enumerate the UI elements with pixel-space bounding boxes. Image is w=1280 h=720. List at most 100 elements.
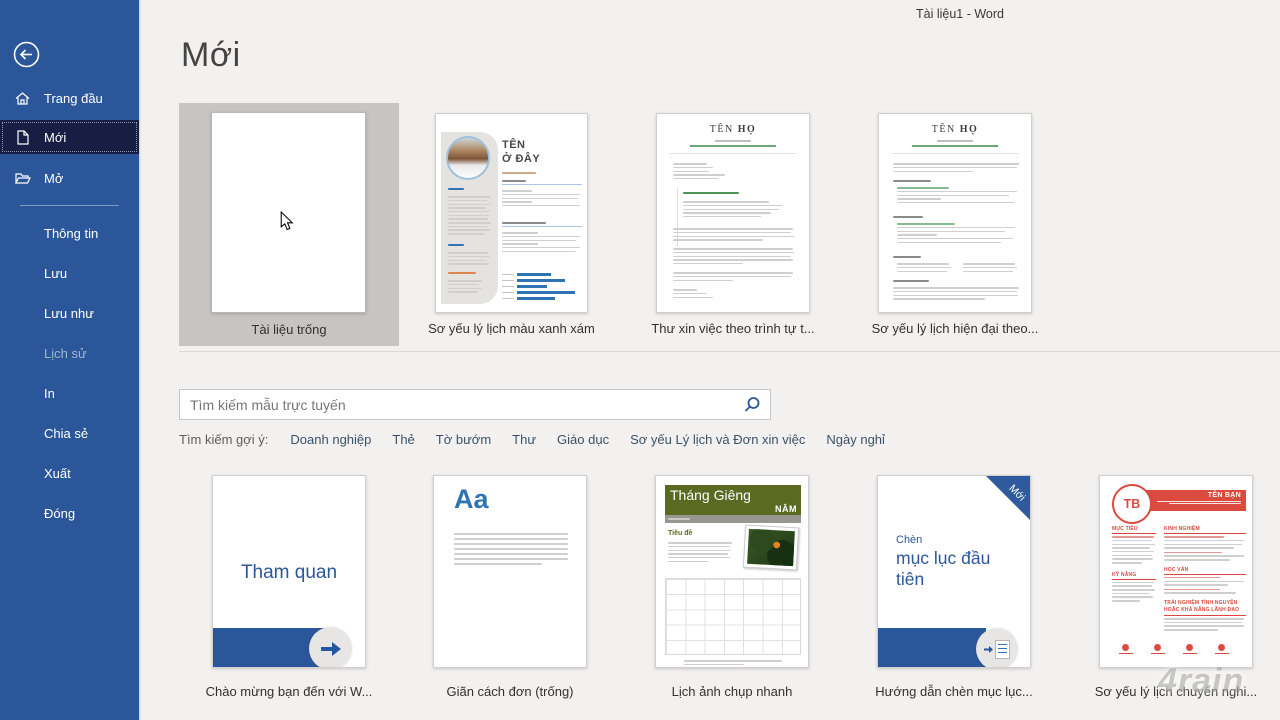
placeholder-line <box>897 271 947 273</box>
text-lines <box>897 221 1019 227</box>
toc-line1: Chèn <box>896 534 922 546</box>
placeholder-line <box>673 167 713 169</box>
mouse-cursor <box>280 211 294 236</box>
placeholder-line <box>1164 555 1244 557</box>
sidebar-item-print[interactable]: In <box>0 379 139 407</box>
sidebar-item-export[interactable]: Xuất <box>0 459 139 487</box>
divider <box>502 184 582 185</box>
template-resume-bluegray-thumbnail[interactable]: TÊN Ở ĐÂY <box>435 113 588 313</box>
placeholder-line <box>1112 536 1154 538</box>
placeholder-line <box>897 187 949 189</box>
placeholder-line <box>1112 551 1154 553</box>
text-lines <box>893 285 1019 302</box>
placeholder-line <box>448 229 490 231</box>
placeholder-line <box>673 171 709 173</box>
placeholder-line <box>668 546 730 548</box>
placeholder-line <box>1112 589 1155 591</box>
placeholder-line <box>683 209 779 211</box>
suggest-link-letters[interactable]: Thư <box>512 432 536 447</box>
placeholder-line <box>897 242 1001 244</box>
placeholder-line <box>1112 582 1154 584</box>
sidebar-item-label: Lưu <box>44 266 67 281</box>
text-lines <box>684 658 782 668</box>
placeholder-line <box>893 280 929 282</box>
placeholder-line <box>502 180 526 182</box>
suggest-link-business[interactable]: Doanh nghiệp <box>290 432 371 447</box>
placeholder-line <box>448 204 491 206</box>
placeholder-line <box>673 236 794 238</box>
sidebar-item-home[interactable]: Trang đầu <box>0 84 139 112</box>
sidebar-item-label: Lịch sử <box>44 346 87 361</box>
skill-bar-row <box>502 273 582 277</box>
placeholder-line <box>683 192 739 194</box>
placeholder-line <box>1164 536 1224 538</box>
sidebar-item-label: Mở <box>44 171 63 186</box>
arrow-right-icon <box>320 641 342 657</box>
suggested-searches: Tìm kiếm gợi ý: Doanh nghiệp Thẻ Tờ bướm… <box>179 432 906 447</box>
text-lines <box>502 178 582 188</box>
placeholder-line <box>683 201 769 203</box>
suggest-link-holiday[interactable]: Ngày nghỉ <box>826 432 885 447</box>
sidebar-item-share[interactable]: Chia sẻ <box>0 419 139 447</box>
text-lines <box>1164 618 1246 631</box>
template-welcome-thumbnail[interactable]: Tham quan <box>212 475 366 668</box>
contact-dot-icon <box>1218 644 1225 651</box>
page-title: Mới <box>181 36 241 75</box>
text-lines <box>448 186 492 192</box>
placeholder-line <box>1112 585 1152 587</box>
placeholder-line <box>448 263 489 265</box>
placeholder-line <box>448 200 488 202</box>
placeholder-line <box>1164 559 1230 561</box>
placeholder-line <box>1164 577 1220 579</box>
placeholder-line <box>502 172 536 174</box>
placeholder-line <box>673 276 791 278</box>
search-input[interactable] <box>180 397 734 413</box>
template-toc-thumbnail[interactable]: Mới Chèn mục lục đầu tiên <box>877 475 1031 668</box>
template-caption: Sơ yếu lý lịch màu xanh xám <box>420 321 603 336</box>
template-coverletter-thumbnail[interactable]: TÊN HỌ <box>656 113 810 313</box>
placeholder-line <box>673 263 743 265</box>
template-resume-modern-thumbnail[interactable]: TÊN HỌ <box>878 113 1032 313</box>
search-button[interactable] <box>734 390 770 419</box>
suggest-link-flyers[interactable]: Tờ bướm <box>436 432 491 447</box>
placeholder-line <box>448 226 487 228</box>
text-lines <box>673 287 723 300</box>
text-lines <box>448 278 492 295</box>
suggest-link-cards[interactable]: Thẻ <box>392 432 414 447</box>
placeholder-line <box>454 563 542 565</box>
placeholder-line <box>893 216 923 218</box>
sidebar-item-new[interactable]: Mới <box>0 120 139 154</box>
sidebar-item-label: Thông tin <box>44 226 98 241</box>
placeholder-line <box>1164 589 1220 591</box>
placeholder-line <box>673 174 725 176</box>
template-calendar-thumbnail[interactable]: Tháng Giêng NĂM Tiêu đề <box>655 475 809 668</box>
sidebar-item-open[interactable]: Mở <box>0 164 139 192</box>
arrow-circle <box>309 627 352 668</box>
search-icon <box>743 396 761 414</box>
placeholder-line <box>1112 558 1153 560</box>
placeholder-line <box>1112 540 1152 542</box>
suggest-link-resumes[interactable]: Sơ yếu Lý lịch và Đơn xin việc <box>630 432 805 447</box>
back-button[interactable] <box>13 41 40 68</box>
bar <box>517 297 555 301</box>
sidebar-item-close[interactable]: Đóng <box>0 499 139 527</box>
template-caption: Tài liệu trống <box>179 322 399 337</box>
sidebar-item-save[interactable]: Lưu <box>0 259 139 287</box>
placeholder-line <box>673 232 791 234</box>
divider <box>891 153 1019 154</box>
bar <box>517 285 547 289</box>
placeholder-line <box>448 196 490 198</box>
placeholder-line <box>448 222 491 224</box>
template-resume-red-thumbnail[interactable]: TÊN BẠN TB MỤC TIÊU KỸ NĂNG KINH NGHIỆM … <box>1099 475 1253 668</box>
sidebar-item-info[interactable]: Thông tin <box>0 219 139 247</box>
sidebar-item-save-as[interactable]: Lưu như <box>0 299 139 327</box>
placeholder-line <box>673 272 793 274</box>
text-lines <box>683 190 783 196</box>
template-singlespaced-thumbnail[interactable]: Aa <box>433 475 587 668</box>
text-lines <box>683 199 787 220</box>
bar-label <box>502 286 514 288</box>
placeholder-line <box>1164 544 1242 546</box>
placeholder-line <box>1164 592 1236 594</box>
placeholder-line <box>893 163 1019 165</box>
suggest-link-education[interactable]: Giáo dục <box>557 432 609 447</box>
